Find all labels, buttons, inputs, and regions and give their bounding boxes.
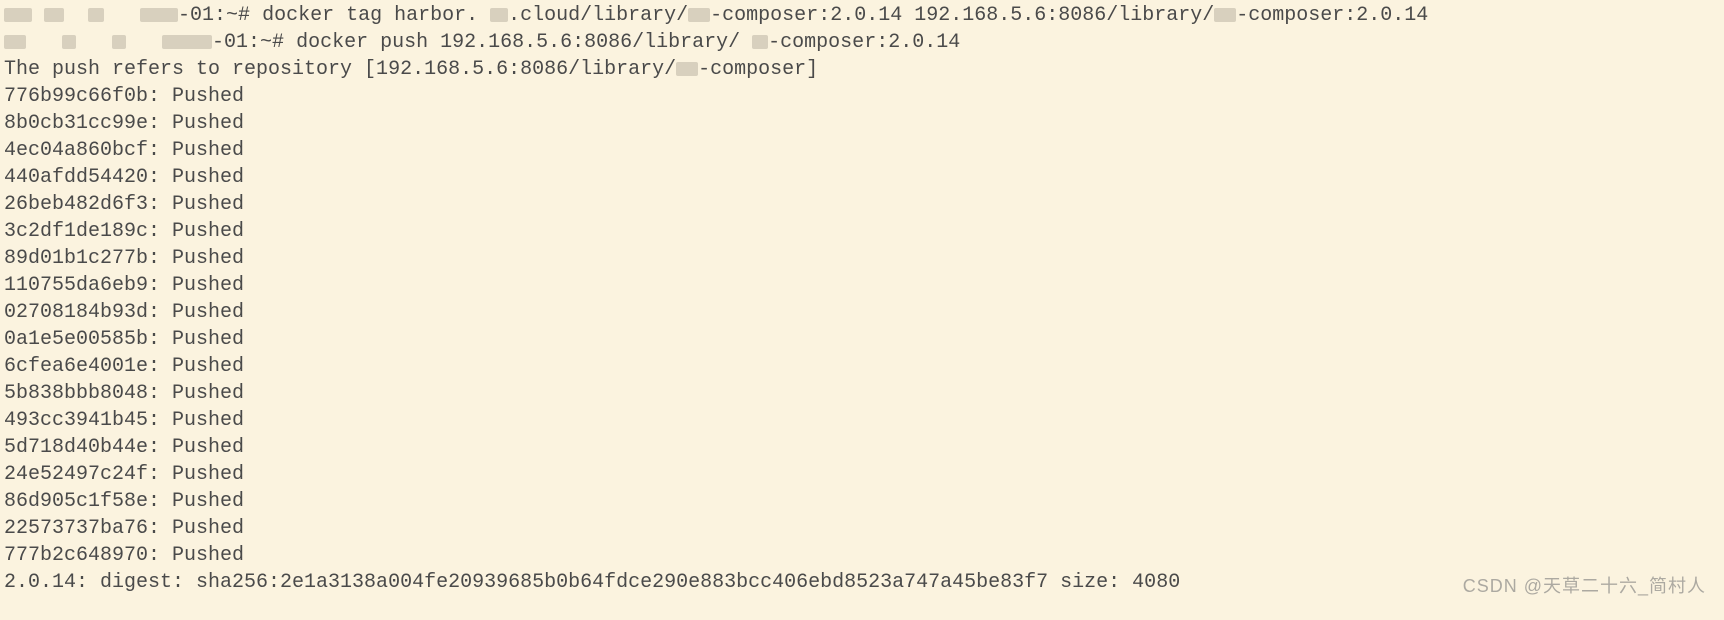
layer-id: 5d718d40b44e [4,436,148,459]
layer-status: Pushed [172,247,244,270]
prompt-host: -01:~# [212,31,284,54]
command-text: -composer:2.0.14 192.168.5.6:8086/librar… [710,4,1214,27]
layer-line: 776b99c66f0b: Pushed [4,83,1720,110]
layer-line: 3c2df1de189c: Pushed [4,218,1720,245]
layer-status: Pushed [172,544,244,567]
command-text: -composer:2.0.14 [1236,4,1428,27]
digest-text: 2.0.14: digest: sha256:2e1a3138a004fe209… [4,571,1180,594]
layer-id: 0a1e5e00585b [4,328,148,351]
layer-status: Pushed [172,490,244,513]
layer-id: 493cc3941b45 [4,409,148,432]
layer-id: 110755da6eb9 [4,274,148,297]
layer-status: Pushed [172,112,244,135]
layer-line: 5d718d40b44e: Pushed [4,434,1720,461]
command-text: .cloud/library/ [508,4,688,27]
layer-id: 4ec04a860bcf [4,139,148,162]
command-text: -composer:2.0.14 [768,31,960,54]
layer-line: 86d905c1f58e: Pushed [4,488,1720,515]
layer-line: 02708184b93d: Pushed [4,299,1720,326]
layer-status: Pushed [172,193,244,216]
push-refers-text: -composer] [698,58,818,81]
prompt-host: -01:~# [178,4,250,27]
layer-line: 493cc3941b45: Pushed [4,407,1720,434]
layer-id: 777b2c648970 [4,544,148,567]
layer-line: 22573737ba76: Pushed [4,515,1720,542]
layer-line: 0a1e5e00585b: Pushed [4,326,1720,353]
layer-line: 6cfea6e4001e: Pushed [4,353,1720,380]
command-line-tag: -01:~# docker tag harbor. .cloud/library… [4,2,1720,29]
layer-id: 24e52497c24f [4,463,148,486]
terminal-output: -01:~# docker tag harbor. .cloud/library… [4,2,1720,596]
layer-id: 22573737ba76 [4,517,148,540]
layer-status: Pushed [172,382,244,405]
command-text: docker tag harbor. [262,4,478,27]
layer-line: 777b2c648970: Pushed [4,542,1720,569]
layer-status: Pushed [172,517,244,540]
layer-id: 5b838bbb8048 [4,382,148,405]
command-text: docker push 192.168.5.6:8086/library/ [296,31,740,54]
layer-id: 86d905c1f58e [4,490,148,513]
push-refers-text: The push refers to repository [192.168.5… [4,58,676,81]
layer-status: Pushed [172,166,244,189]
layer-id: 3c2df1de189c [4,220,148,243]
layer-id: 26beb482d6f3 [4,193,148,216]
layer-id: 6cfea6e4001e [4,355,148,378]
layer-status: Pushed [172,139,244,162]
layer-status: Pushed [172,355,244,378]
layer-status: Pushed [172,301,244,324]
layer-id: 02708184b93d [4,301,148,324]
layer-status: Pushed [172,409,244,432]
command-line-push: -01:~# docker push 192.168.5.6:8086/libr… [4,29,1720,56]
layer-line: 8b0cb31cc99e: Pushed [4,110,1720,137]
layer-line: 24e52497c24f: Pushed [4,461,1720,488]
layer-id: 776b99c66f0b [4,85,148,108]
layer-line: 26beb482d6f3: Pushed [4,191,1720,218]
csdn-watermark: CSDN @天草二十六_简村人 [1463,573,1706,600]
layer-status: Pushed [172,436,244,459]
layer-status: Pushed [172,85,244,108]
layer-status: Pushed [172,328,244,351]
push-refers-line: The push refers to repository [192.168.5… [4,56,1720,83]
layer-id: 440afdd54420 [4,166,148,189]
layer-status: Pushed [172,463,244,486]
layer-id: 89d01b1c277b [4,247,148,270]
layer-id: 8b0cb31cc99e [4,112,148,135]
layer-line: 89d01b1c277b: Pushed [4,245,1720,272]
layer-status: Pushed [172,274,244,297]
layer-line: 440afdd54420: Pushed [4,164,1720,191]
layer-status: Pushed [172,220,244,243]
layer-line: 4ec04a860bcf: Pushed [4,137,1720,164]
layer-line: 5b838bbb8048: Pushed [4,380,1720,407]
layer-line: 110755da6eb9: Pushed [4,272,1720,299]
